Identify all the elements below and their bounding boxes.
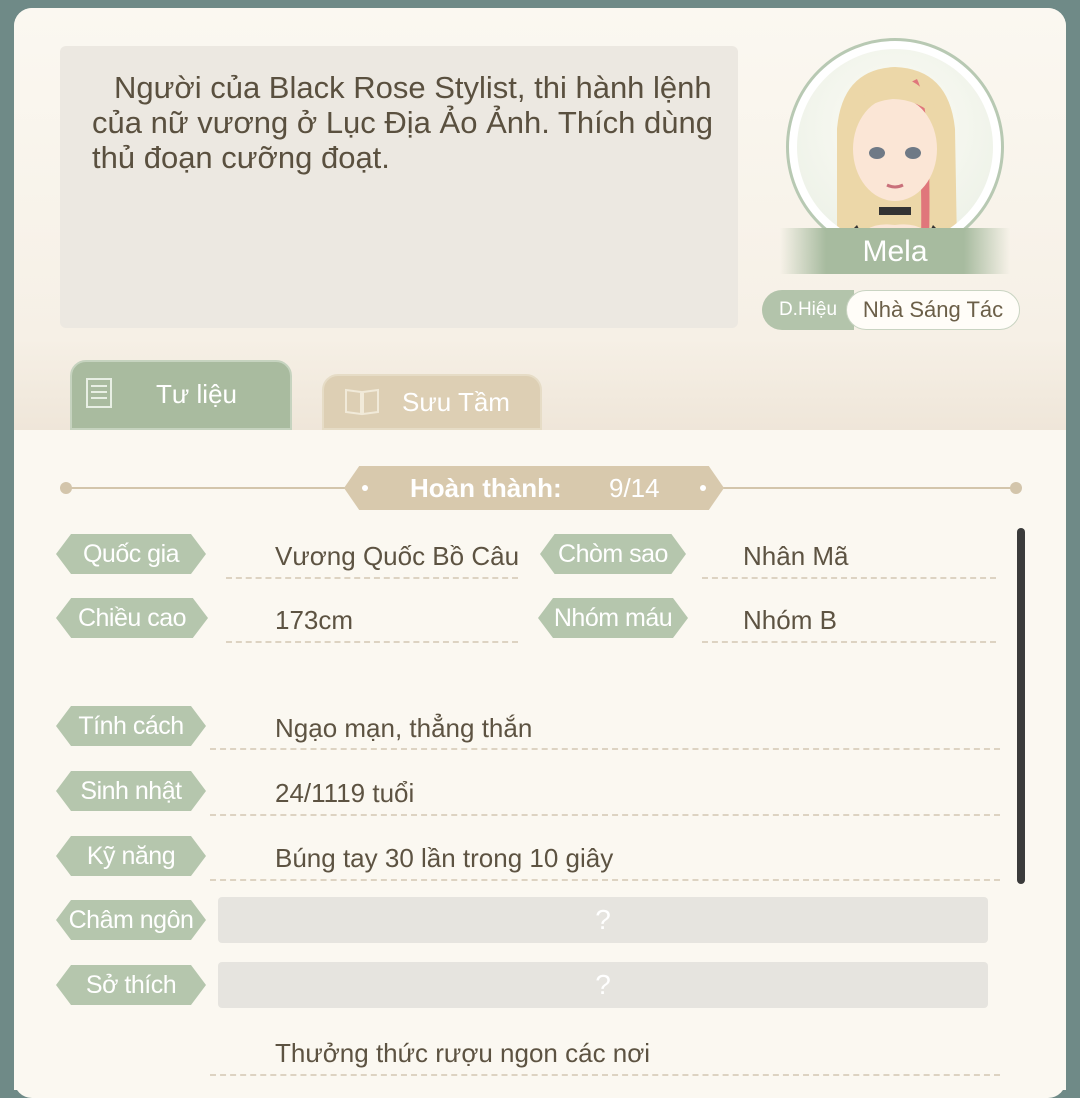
personality-label: Tính cách <box>56 706 206 746</box>
tab-info-label: Tư liệu <box>156 379 237 409</box>
constellation-label: Chòm sao <box>540 534 686 574</box>
divider-ornament <box>60 482 72 494</box>
document-icon <box>86 378 112 415</box>
personality-value: Ngạo mạn, thẳng thắn <box>275 713 533 743</box>
tab-collection-label: Sưu Tầm <box>402 387 510 417</box>
character-description: Người của Black Rose Stylist, thi hành l… <box>92 70 713 175</box>
skill-value: Búng tay 30 lần trong 10 giây <box>275 843 614 873</box>
avatar-portrait <box>797 49 993 245</box>
extra-value: Thưởng thức rượu ngon các nơi <box>275 1038 651 1068</box>
hobby-label: Sở thích <box>56 965 206 1005</box>
title-badge[interactable]: D.Hiệu Nhà Sáng Tác <box>762 290 1030 330</box>
height-value: 173cm <box>275 605 354 635</box>
motto-label: Châm ngôn <box>56 900 206 940</box>
tab-info[interactable]: Tư liệu <box>70 360 292 430</box>
blood-type-label: Nhóm máu <box>538 598 688 638</box>
character-avatar[interactable] <box>786 38 1004 256</box>
divider-ornament <box>1010 482 1022 494</box>
tab-collection[interactable]: Sưu Tầm <box>322 374 542 430</box>
blood-type-value: Nhóm B <box>743 605 837 635</box>
progress-label: Hoàn thành: <box>410 473 562 503</box>
skill-label: Kỹ năng <box>56 836 206 876</box>
country-label: Quốc gia <box>56 534 206 574</box>
birthday-label: Sinh nhật <box>56 771 206 811</box>
motto-locked[interactable]: ? <box>218 897 988 943</box>
scrollbar[interactable] <box>1017 528 1025 884</box>
completion-progress: Hoàn thành: 9/14 <box>344 466 724 510</box>
title-value: Nhà Sáng Tác <box>846 290 1020 330</box>
hobby-locked[interactable]: ? <box>218 962 988 1008</box>
country-value: Vương Quốc Bồ Câu <box>275 541 520 571</box>
character-name: Mela <box>780 228 1010 274</box>
height-label: Chiều cao <box>56 598 208 638</box>
book-icon <box>344 386 380 423</box>
title-label: D.Hiệu <box>762 290 854 330</box>
portrait-illustration <box>837 67 957 245</box>
birthday-value: 24/1119 tuổi <box>275 778 415 808</box>
constellation-value: Nhân Mã <box>743 541 849 571</box>
progress-value: 9/14 <box>609 473 660 503</box>
